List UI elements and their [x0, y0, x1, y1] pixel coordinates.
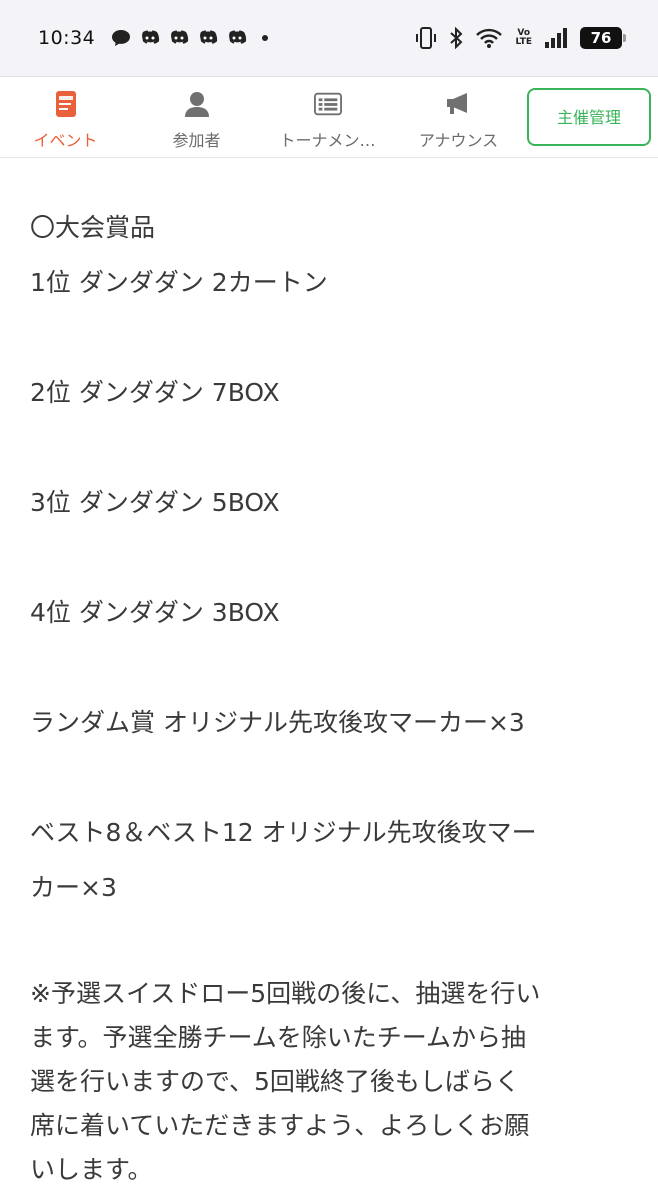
note-line: 席に着いていただきますよう、よろしくお願: [30, 1111, 530, 1140]
tab-event[interactable]: イベント: [0, 77, 131, 159]
discord-icon: [171, 30, 189, 44]
note-line: 選を行いますので、5回戦終了後もしばらく: [30, 1067, 520, 1096]
best-prize-line-1: ベスト8＆ベスト12 オリジナル先攻後攻マー: [30, 818, 537, 847]
status-indicators: Vo LTE 76: [415, 26, 626, 50]
volte-bottom-label: LTE: [515, 37, 532, 47]
best-prize-line-2: カー×3: [30, 873, 117, 902]
chat-bubble-icon: [112, 30, 131, 46]
bracket-icon: [313, 90, 342, 118]
tab-participants[interactable]: 参加者: [131, 77, 262, 159]
more-notifications-dot: [262, 35, 269, 41]
vibrate-icon: [416, 27, 437, 49]
tab-participants-label: 参加者: [172, 131, 221, 150]
status-time: 10:34: [38, 27, 96, 49]
tab-announce[interactable]: アナウンス: [393, 77, 524, 159]
signal-icon: [545, 28, 567, 48]
tab-bar: イベント 参加者 トーナメン… アナウンス 主催管理: [0, 76, 658, 158]
event-description: 〇大会賞品 1位 ダンダダン 2カートン 2位 ダンダダン 7BOX 3位 ダン…: [30, 200, 640, 1192]
prize-2nd: 2位 ダンダダン 7BOX: [30, 378, 280, 407]
discord-icon: [142, 30, 160, 44]
prize-heading: 〇大会賞品: [30, 213, 156, 242]
tab-tournament-label: トーナメン…: [279, 131, 376, 150]
note-line: いします。: [30, 1155, 153, 1184]
status-bar: 10:34 Vo LTE 76: [0, 0, 658, 76]
discord-icon: [200, 30, 218, 44]
note-line: ※予選スイスドロー5回戦の後に、抽選を行い: [30, 979, 541, 1008]
tab-announce-label: アナウンス: [418, 131, 499, 150]
tab-tournament[interactable]: トーナメン…: [262, 77, 393, 159]
battery-indicator: 76: [580, 27, 626, 49]
admin-button[interactable]: 主催管理: [527, 88, 651, 146]
wifi-icon: [476, 28, 503, 48]
prize-3rd: 3位 ダンダダン 5BOX: [30, 488, 280, 517]
random-prize: ランダム賞 オリジナル先攻後攻マーカー×3: [30, 708, 525, 737]
notification-icons: [111, 29, 269, 47]
event-icon: [52, 90, 80, 118]
volte-indicator: Vo LTE: [515, 29, 532, 47]
prize-4th: 4位 ダンダダン 3BOX: [30, 598, 280, 627]
lottery-note: ※予選スイスドロー5回戦の後に、抽選を行い ます。予選全勝チームを除いたチームか…: [30, 972, 640, 1192]
discord-icon: [229, 30, 247, 44]
megaphone-icon: [445, 90, 473, 118]
person-icon: [183, 90, 211, 118]
bluetooth-icon: [450, 27, 463, 49]
note-line: ます。予選全勝チームを除いたチームから抽: [30, 1023, 527, 1052]
prize-1st: 1位 ダンダダン 2カートン: [30, 268, 328, 297]
tab-event-label: イベント: [33, 131, 98, 150]
